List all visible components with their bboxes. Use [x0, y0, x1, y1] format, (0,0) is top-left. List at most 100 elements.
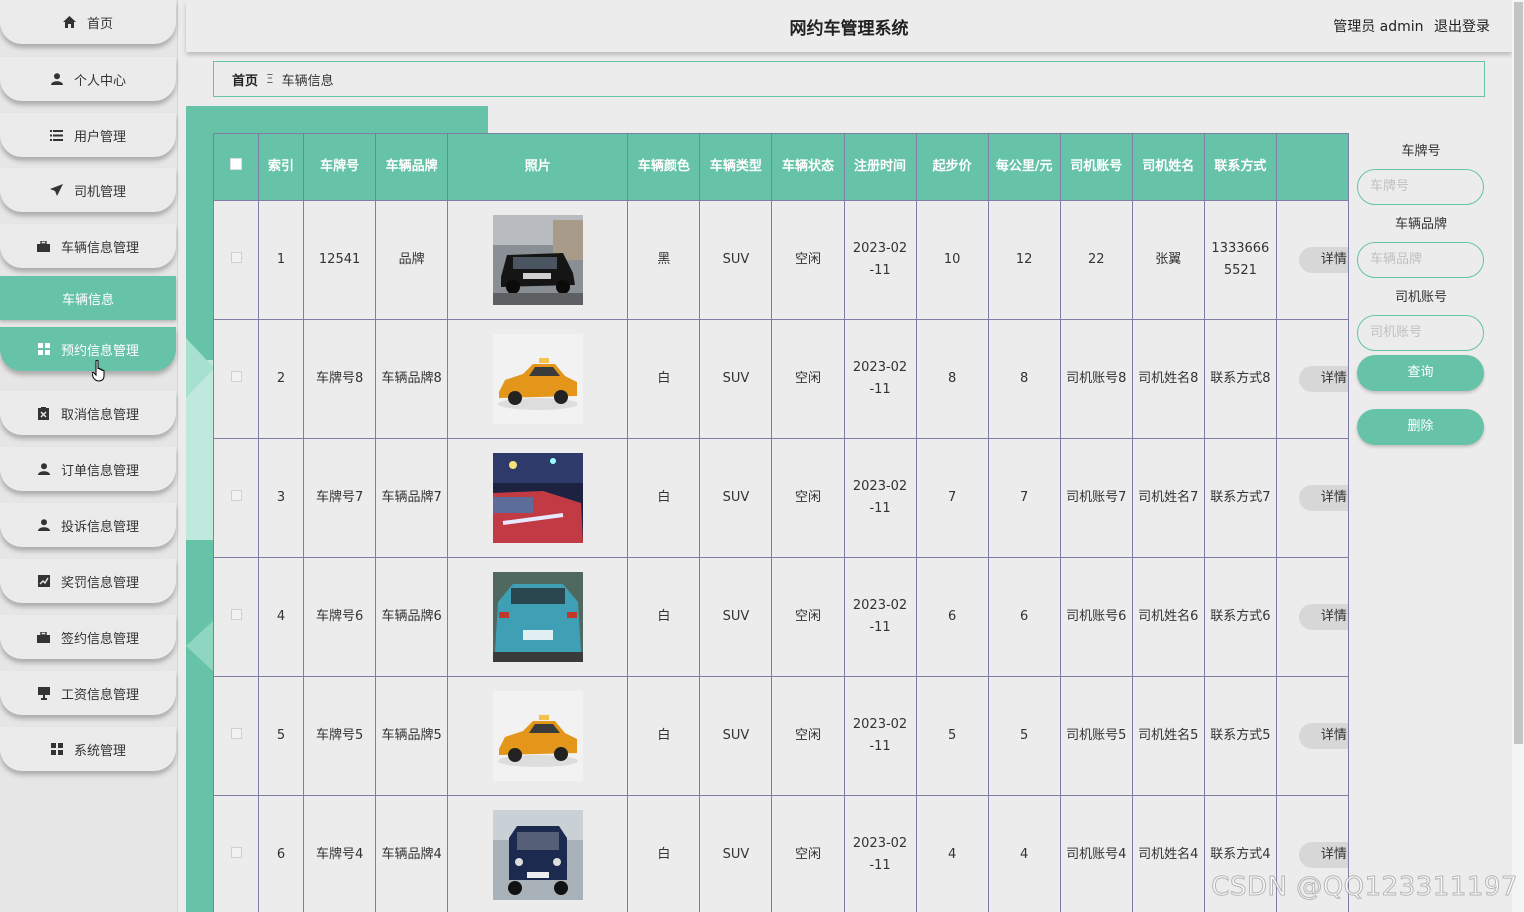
cell-per-km: 4	[987, 795, 1061, 912]
sidebar-item-cancellations[interactable]: 取消信息管理	[0, 391, 176, 435]
row-select-cell[interactable]	[212, 200, 260, 320]
detail-button[interactable]: 详情	[1298, 842, 1348, 868]
cell-contact: 联系方式5	[1203, 676, 1277, 796]
actions-cell: 详情	[1275, 319, 1350, 439]
briefcase-icon	[37, 239, 51, 253]
row-checkbox[interactable]	[230, 371, 242, 382]
cell-start-price-text: 7	[947, 490, 957, 505]
row-checkbox[interactable]	[230, 490, 242, 501]
cell-driver-name-text: 司机姓名4	[1138, 847, 1199, 862]
sidebar-item-rewards[interactable]: 奖罚信息管理	[0, 559, 176, 603]
sidebar-item-drivers[interactable]: 司机管理	[0, 168, 176, 212]
sidebar-item-orders[interactable]: 订单信息管理	[0, 447, 176, 491]
scrollbar-thumb[interactable]	[1514, 2, 1523, 744]
sidebar-item-users[interactable]: 用户管理	[0, 113, 176, 157]
table-row[interactable]: 5 车牌号5 车辆品牌5 白 SUV 空闲 2023-02 -11 5 5 司机账号5 司机姓名5 联系…	[212, 676, 1350, 796]
delete-button[interactable]: 删除	[1357, 409, 1484, 445]
breadcrumb: 首页 Ξ 车辆信息	[213, 61, 1485, 97]
sidebar-item-reservations[interactable]: 预约信息管理	[0, 327, 176, 371]
table-row[interactable]: 2 车牌号8 车辆品牌8 白 SUV 空闲 2023-02 -11 8 8 司机账号8 司机姓名8 联系…	[212, 319, 1350, 439]
column-header: 车牌号	[303, 133, 377, 201]
logout-link[interactable]: 退出登录	[1434, 19, 1490, 35]
detail-button[interactable]: 详情	[1298, 604, 1348, 630]
user-icon	[50, 72, 64, 86]
row-select-cell[interactable]	[212, 438, 260, 558]
cell-driver-account: 司机账号8	[1059, 319, 1133, 439]
table-row[interactable]: 3 车牌号7 车辆品牌7 白 SUV 空闲 2023-02 -11 7 7 司机账号7 司机姓名7 联系…	[212, 438, 1350, 558]
detail-button[interactable]: 详情	[1298, 247, 1348, 273]
cell-start-price: 8	[915, 319, 989, 439]
sidebar-item-complaints[interactable]: 投诉信息管理	[0, 503, 176, 547]
breadcrumb-home[interactable]: 首页	[232, 70, 258, 89]
detail-button[interactable]: 详情	[1298, 366, 1348, 392]
sidebar-item-label: 取消信息管理	[60, 407, 139, 423]
cell-index-text: 3	[276, 490, 286, 505]
cell-start-price-text: 4	[947, 847, 957, 862]
table-row[interactable]: 6 车牌号4 车辆品牌4 白 SUV 空闲 2023-02 -11 4 4 司机账号4 司机姓名4 联系…	[212, 795, 1350, 912]
cell-per-km: 7	[987, 438, 1061, 558]
cell-index: 5	[258, 676, 305, 796]
query-button[interactable]: 查询	[1357, 355, 1484, 391]
cell-driver-name: 司机姓名4	[1131, 795, 1205, 912]
cell-driver-account: 22	[1059, 200, 1133, 320]
cell-plate-text: 车牌号5	[315, 728, 364, 743]
row-select-cell[interactable]	[212, 676, 260, 796]
row-checkbox[interactable]	[230, 252, 242, 263]
column-header: 注册时间	[843, 133, 917, 201]
sidebar-item-system[interactable]: 系统管理	[0, 727, 176, 771]
vertical-scrollbar[interactable]	[1512, 0, 1524, 912]
cell-reg-time-text: 2023-02 -11	[852, 836, 908, 873]
sidebar-item-vehicles[interactable]: 车辆信息管理	[0, 224, 176, 268]
table-row[interactable]: 4 车牌号6 车辆品牌6 白 SUV 空闲 2023-02 -11 6 6 司机账号6 司机姓名6 联系…	[212, 557, 1350, 677]
cell-reg-time-text: 2023-02 -11	[852, 241, 908, 278]
cell-type-text: SUV	[722, 490, 750, 505]
row-checkbox[interactable]	[230, 609, 242, 620]
sidebar-subitem-label: 车辆信息	[62, 292, 115, 308]
bag-icon	[37, 630, 51, 644]
row-checkbox[interactable]	[230, 728, 242, 739]
cell-type: SUV	[699, 557, 773, 677]
cell-color: 白	[627, 319, 701, 439]
select-all-header[interactable]	[212, 133, 260, 201]
cell-status: 空闲	[771, 438, 845, 558]
cell-index-text: 4	[276, 609, 286, 624]
brand-input[interactable]: 车辆品牌	[1357, 242, 1484, 278]
actions-cell: 详情	[1275, 200, 1350, 320]
cell-index: 2	[258, 319, 305, 439]
cell-index-text: 2	[276, 371, 286, 386]
user-label: 管理员 admin	[1333, 19, 1424, 35]
cell-type: SUV	[699, 319, 773, 439]
cell-type-text: SUV	[722, 847, 750, 862]
cell-photo	[447, 200, 629, 320]
cell-reg-time-text: 2023-02 -11	[852, 598, 908, 635]
cell-start-price-text: 8	[947, 371, 957, 386]
column-header: 起步价	[915, 133, 989, 201]
cell-type: SUV	[699, 200, 773, 320]
detail-button[interactable]: 详情	[1298, 723, 1348, 749]
sidebar-item-contracts[interactable]: 签约信息管理	[0, 615, 176, 659]
sidebar-item-home[interactable]: 首页	[0, 0, 176, 44]
cell-contact: 联系方式7	[1203, 438, 1277, 558]
row-select-cell[interactable]	[212, 795, 260, 912]
sidebar-item-label: 首页	[86, 16, 113, 32]
cell-contact: 联系方式6	[1203, 557, 1277, 677]
driver-account-input[interactable]: 司机账号	[1357, 315, 1484, 351]
sidebar-item-label: 投诉信息管理	[60, 519, 139, 535]
column-header: 司机账号	[1059, 133, 1133, 201]
sidebar-item-profile[interactable]: 个人中心	[0, 57, 176, 101]
detail-button[interactable]: 详情	[1298, 485, 1348, 511]
cell-contact: 1333666 5521	[1203, 200, 1277, 320]
grid-icon	[50, 742, 64, 756]
monitor-icon	[37, 686, 51, 700]
select-all-checkbox[interactable]	[230, 158, 243, 170]
table-row[interactable]: 1 12541 品牌 黑 SUV 空闲 2023-02 -11 10 12 22 张翼 1333666 5…	[212, 200, 1350, 320]
row-select-cell[interactable]	[212, 557, 260, 677]
cell-per-km-text: 12	[1015, 252, 1033, 267]
person-icon	[37, 462, 51, 476]
plate-input[interactable]: 车牌号	[1357, 169, 1484, 205]
sidebar-subitem-vehicle-info[interactable]: 车辆信息	[0, 276, 176, 320]
row-select-cell[interactable]	[212, 319, 260, 439]
sidebar-item-salary[interactable]: 工资信息管理	[0, 671, 176, 715]
row-checkbox[interactable]	[230, 847, 242, 858]
cell-contact-text: 1333666 5521	[1211, 241, 1270, 278]
